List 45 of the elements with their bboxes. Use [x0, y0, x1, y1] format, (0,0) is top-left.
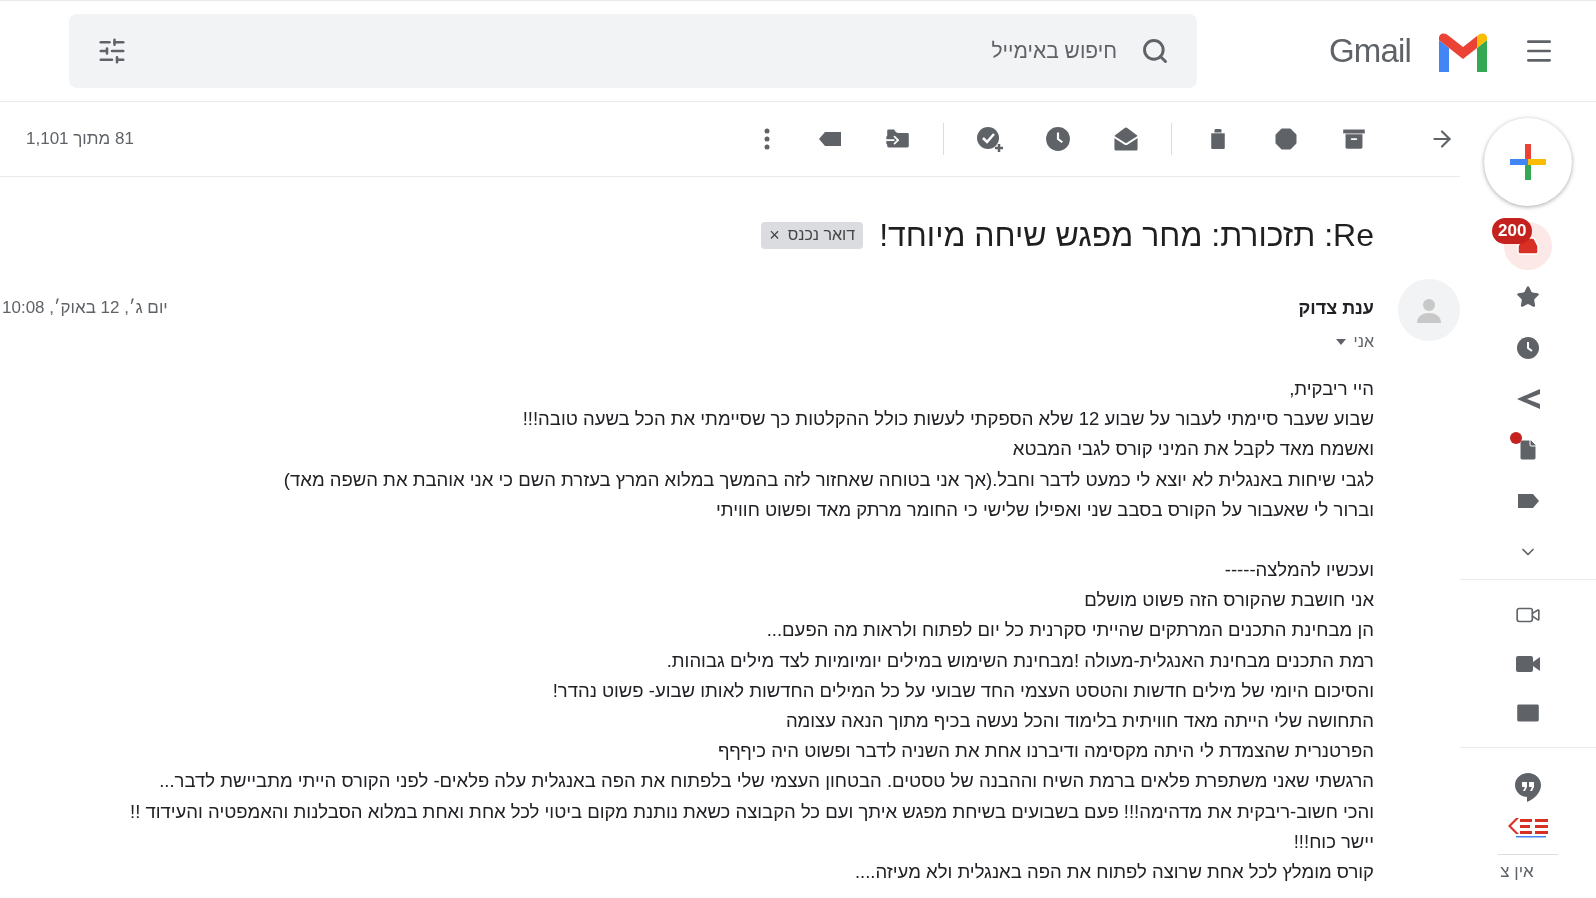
body-line: שבוע שעבר סיימתי לעבור על שבוע 12 שלא הספקתי לעשות כולל ההקלטות כך שסיימתי את הכל בשעה טובה!!!: [522, 407, 1374, 432]
caret-down-icon: [1335, 339, 1346, 345]
label-icon: [1516, 491, 1540, 510]
send-icon: [1515, 386, 1541, 411]
search-field[interactable]: חיפוש באימייל: [127, 35, 1117, 67]
body-line: היי ריבקית,: [1289, 377, 1374, 401]
body-line: והכי חשוב-ריבקית את מדהימה!!! פעם בשבועים בשיחת מפגש איתך ועם כל הקבוצה כשאת נותנת מקום ביטוי לכל אחת ואחת במלוא הסבלנות והאמפטיה והעידוד !!: [130, 799, 1374, 824]
body-line: וברור לי שאעבור על הקורס בסבב שני ואפילו שלישי כי החומר מרתק מאד ופשוט חוויתי: [716, 497, 1374, 522]
message-date: יום ג׳, 12 באוק׳, 10:08: [2, 297, 168, 319]
chat-bubble-icon[interactable]: [1514, 772, 1542, 802]
star-icon: [1516, 284, 1540, 309]
email-subject: Re: תזכורת: מחר מפגש שיחה מיוחד!: [879, 216, 1374, 255]
compose-button[interactable]: [1484, 118, 1572, 206]
clock-icon: [1516, 335, 1540, 360]
logo-icon: [1506, 816, 1550, 838]
body-line: הפרטנרית שהצמדת לי היתה מקסימה ודיברנו אחת את השניה לדבר ופשוט היה כיףףף: [718, 739, 1374, 764]
body-line: ואשמח מאד לקבל את המיני קורס לגבי המבטא: [1012, 437, 1374, 462]
remove-tag-button[interactable]: ×: [769, 221, 780, 249]
body-line: לגבי שיחות באנגלית לא יוצא לי כמעט לדבר וחבל.(אך אני בטוחה שאחזור לזה בהמשך במלוא המרץ בעזרת השם כי אני אוהבת את השפה מאד): [283, 467, 1374, 492]
label-icon: [817, 130, 843, 148]
sender-name: ענת צדוק: [1298, 297, 1374, 320]
search-icon[interactable]: [1141, 37, 1169, 65]
body-line: הרגשתי שאני משתפרת פלאים ברמת השיח וההבנה של טסטים. הבטחון העצמי שלי בלפתוח את הפה באנגלית עלה פלאים- לפני הקורס הייתי מתביישת לדבר...: [159, 769, 1374, 794]
chat-status-text: אין צ: [1500, 861, 1534, 883]
inbox-tag[interactable]: דואר נכנס ×: [761, 221, 864, 249]
unread-count-badge: 200: [1492, 217, 1533, 244]
body-line: אני חושבת שהקורס הזה פשוט מושלם: [1084, 588, 1374, 613]
video-icon: [1515, 653, 1541, 674]
more-vertical-icon: [764, 128, 770, 150]
body-line: רמת התכנים מבחינת האנגלית-מעולה !מבחינת השימוש במילים יומיומיות לצד מילים גבוהות.: [666, 648, 1374, 673]
plus-icon: [1508, 142, 1548, 182]
product-name: Gmail: [1329, 31, 1412, 72]
recipient-dropdown[interactable]: אני: [1335, 330, 1374, 354]
body-line: יישר כוח!!!: [1293, 829, 1374, 854]
body-line: ועכשיו להמלצה-----: [1224, 558, 1374, 582]
message-count: 81 מתוך 1,101: [26, 128, 134, 151]
body-line: והסיכום היומי של מילים חדשות והטסט העצמי החד שבועי על כל המילים החדשות לאותו שבוע- פשוט נהדר!: [552, 678, 1374, 703]
body-line: קורס מומלץ לכל אחת שרוצה לפתוח את הפה באנגלית ולא מעיזה....: [854, 860, 1374, 885]
clock-icon: [1045, 126, 1071, 152]
open-envelope-icon: [1111, 124, 1141, 154]
body-line: הן מבחינת התכנים המרתקים שהייתי סקרנית כל יום לפתוח ולראות מה הפעם...: [766, 618, 1374, 643]
check-plus-icon: [975, 124, 1005, 154]
body-line: התחושה שלי הייתה מאד חוויתית בלימוד והכל נעשה בכיף מתוך הנאה עצומה: [785, 709, 1374, 734]
filter-icon[interactable]: [97, 36, 127, 66]
search-bar[interactable]: חיפוש באימייל: [69, 14, 1197, 88]
